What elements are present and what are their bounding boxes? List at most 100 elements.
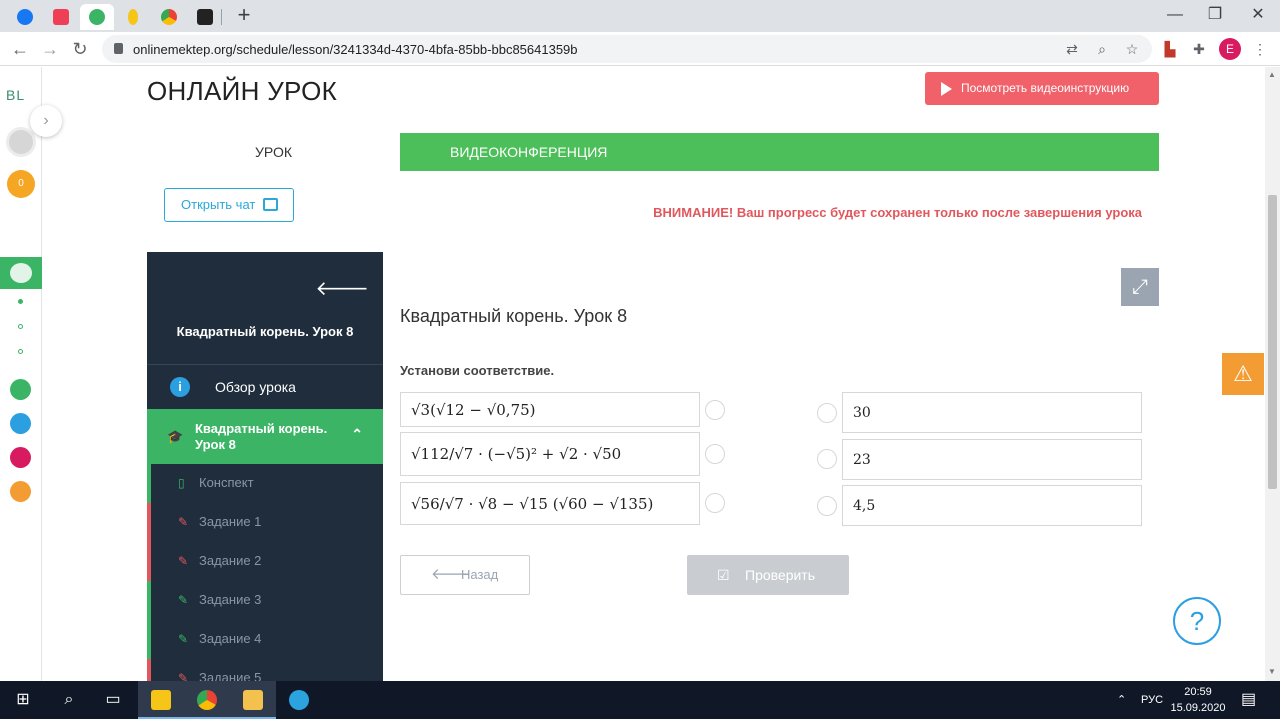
sidebar-item-label: Обзор урока bbox=[215, 379, 296, 395]
check-button[interactable]: ☑ Проверить bbox=[687, 555, 849, 595]
sidebar-item-task-5[interactable]: ✎ Задание 5 bbox=[147, 659, 383, 681]
back-arrow-icon[interactable]: ← bbox=[8, 37, 32, 61]
task-view-icon[interactable]: ▭ bbox=[90, 681, 136, 719]
left-match-radio[interactable] bbox=[705, 400, 725, 420]
lock-icon bbox=[114, 43, 123, 54]
pocket-icon bbox=[53, 9, 69, 25]
rail-dot-icon[interactable] bbox=[18, 324, 23, 329]
answer-1[interactable]: 30 bbox=[842, 392, 1142, 433]
system-clock[interactable]: 20:59 15.09.2020 bbox=[1168, 684, 1228, 716]
twig-app-icon[interactable] bbox=[10, 447, 31, 468]
answer-3[interactable]: 4,5 bbox=[842, 485, 1142, 526]
school-icon bbox=[10, 263, 32, 283]
game-app-icon[interactable] bbox=[10, 481, 31, 502]
bl-logo[interactable]: BL bbox=[6, 87, 25, 103]
sidebar-item-overview[interactable]: i Обзор урока bbox=[147, 364, 383, 409]
reload-icon[interactable]: ↻ bbox=[68, 37, 92, 61]
back-arrow-icon[interactable]: 🡐 bbox=[315, 276, 369, 301]
task-instruction: Установи соответствие. bbox=[400, 363, 555, 378]
forward-arrow-icon[interactable]: → bbox=[38, 37, 62, 61]
sidebar-item-current-lesson[interactable]: 🎓 Квадратный корень. Урок 8 ⌃ bbox=[147, 409, 383, 464]
sidebar-item-task-4[interactable]: ✎ Задание 4 bbox=[147, 620, 383, 659]
left-match-radio[interactable] bbox=[705, 493, 725, 513]
lesson-tabs: УРОК ВИДЕОКОНФЕРЕНЦИЯ bbox=[147, 133, 1159, 171]
tab-videoconference[interactable]: ВИДЕОКОНФЕРЕНЦИЯ bbox=[400, 133, 1159, 171]
check-button-label: Проверить bbox=[745, 567, 816, 583]
answer-2[interactable]: 23 bbox=[842, 439, 1142, 480]
browser-tab-bilimland[interactable] bbox=[80, 4, 114, 30]
language-indicator[interactable]: РУС bbox=[1141, 681, 1163, 719]
open-chat-button[interactable]: Открыть чат bbox=[164, 188, 294, 222]
help-question-icon[interactable]: ? bbox=[1173, 597, 1221, 645]
sidebar-item-label: Задание 3 bbox=[199, 592, 262, 607]
status-bar bbox=[147, 464, 151, 503]
bookmark-star-icon[interactable]: ☆ bbox=[1122, 39, 1142, 59]
extensions-puzzle-icon[interactable]: ✚ bbox=[1189, 39, 1209, 59]
back-button[interactable]: 🡐 Назад bbox=[400, 555, 530, 595]
address-bar[interactable]: onlinemektep.org/schedule/lesson/3241334… bbox=[102, 35, 1152, 63]
browser-tab-notes[interactable] bbox=[188, 4, 222, 30]
taskbar-chrome-app[interactable] bbox=[184, 681, 230, 719]
scroll-down-icon[interactable]: ▼ bbox=[1268, 667, 1276, 676]
rail-item-active[interactable] bbox=[0, 257, 42, 289]
video-instruction-label: Посмотреть видеоинструкцию bbox=[961, 81, 1130, 95]
tab-lesson[interactable]: УРОК bbox=[147, 133, 400, 171]
right-match-radio[interactable] bbox=[817, 449, 837, 469]
taskbar-telegram-app[interactable] bbox=[276, 681, 322, 719]
pdf-extension-icon[interactable]: ▙ bbox=[1160, 39, 1180, 59]
new-tab-button[interactable]: + bbox=[232, 4, 256, 28]
arrow-left-icon: 🡐 bbox=[431, 566, 472, 583]
page-title: ОНЛАЙН УРОК bbox=[147, 76, 338, 106]
browser-tab-pocket[interactable] bbox=[44, 4, 78, 30]
user-avatar-icon[interactable] bbox=[6, 127, 36, 157]
browser-tab-chrome[interactable] bbox=[152, 4, 186, 30]
taskbar-player-app[interactable] bbox=[138, 681, 184, 719]
edit-icon: ✎ bbox=[178, 671, 189, 681]
scroll-up-icon[interactable]: ▲ bbox=[1268, 70, 1276, 79]
left-match-radio[interactable] bbox=[705, 444, 725, 464]
page-scrollbar[interactable]: ▲ ▼ bbox=[1265, 67, 1280, 681]
windows-taskbar: ⊞ ⌕ ▭ ⌃ РУС 20:59 15.09.2020 ▤ bbox=[0, 681, 1280, 719]
taskbar-explorer-app[interactable] bbox=[230, 681, 276, 719]
fullscreen-expand-icon[interactable]: ⤢ bbox=[1121, 268, 1159, 306]
tray-chevron-up-icon[interactable]: ⌃ bbox=[1117, 681, 1126, 719]
profile-avatar[interactable]: E bbox=[1219, 38, 1241, 60]
open-chat-label: Открыть чат bbox=[181, 197, 256, 212]
video-instruction-button[interactable]: Посмотреть видеоинструкцию bbox=[925, 72, 1159, 105]
windows-start-icon[interactable]: ⊞ bbox=[0, 681, 46, 719]
expression-3[interactable]: √56/√7 · √8 − √15 (√60 − √135) bbox=[400, 482, 700, 525]
report-warning-icon[interactable]: ⚠ bbox=[1222, 353, 1264, 395]
zoom-icon[interactable]: ⌕ bbox=[1092, 39, 1112, 59]
sidebar-item-notes[interactable]: ▯ Конспект bbox=[147, 464, 383, 503]
search-icon[interactable]: ⌕ bbox=[46, 681, 92, 719]
left-rail: BL 0 bbox=[0, 67, 42, 681]
sidebar-item-task-2[interactable]: ✎ Задание 2 bbox=[147, 542, 383, 581]
sidebar-item-task-3[interactable]: ✎ Задание 3 bbox=[147, 581, 383, 620]
maximize-button[interactable]: ❐ bbox=[1195, 4, 1235, 26]
menu-dots-icon[interactable]: ⋮ bbox=[1250, 39, 1270, 59]
sidebar-item-task-1[interactable]: ✎ Задание 1 bbox=[147, 503, 383, 542]
expression-1[interactable]: √3(√12 − √0,75) bbox=[400, 392, 700, 427]
quiz-app-icon[interactable] bbox=[10, 413, 31, 434]
chevron-up-icon[interactable]: ⌃ bbox=[351, 426, 363, 443]
close-window-button[interactable]: ✕ bbox=[1238, 4, 1278, 26]
browser-tab-facebook[interactable] bbox=[8, 4, 42, 30]
rail-dot-icon[interactable] bbox=[18, 299, 23, 304]
expression-2[interactable]: √112/√7 · (−√5)² + √2 · √50 bbox=[400, 432, 700, 476]
coin-counter[interactable]: 0 bbox=[7, 170, 35, 198]
minimize-button[interactable]: — bbox=[1155, 4, 1195, 26]
scrollbar-thumb[interactable] bbox=[1268, 195, 1277, 489]
translate-icon[interactable]: ⇄ bbox=[1062, 39, 1082, 59]
folder-icon bbox=[243, 690, 263, 710]
sidebar-item-label: Конспект bbox=[199, 475, 254, 490]
expression-text: √3(√12 − √0,75) bbox=[411, 400, 536, 419]
lesson-sidenav: 🡐 Квадратный корень. Урок 8 i Обзор урок… bbox=[147, 252, 383, 681]
url-text[interactable]: onlinemektep.org/schedule/lesson/3241334… bbox=[133, 42, 578, 57]
notifications-icon[interactable]: ▤ bbox=[1241, 681, 1256, 719]
rail-dot-icon[interactable] bbox=[18, 349, 23, 354]
rail-expand-chevron-icon[interactable]: › bbox=[30, 105, 62, 137]
bilimland-app-icon[interactable] bbox=[10, 379, 31, 400]
right-match-radio[interactable] bbox=[817, 496, 837, 516]
right-match-radio[interactable] bbox=[817, 403, 837, 423]
browser-tab-lamp[interactable] bbox=[116, 4, 150, 30]
